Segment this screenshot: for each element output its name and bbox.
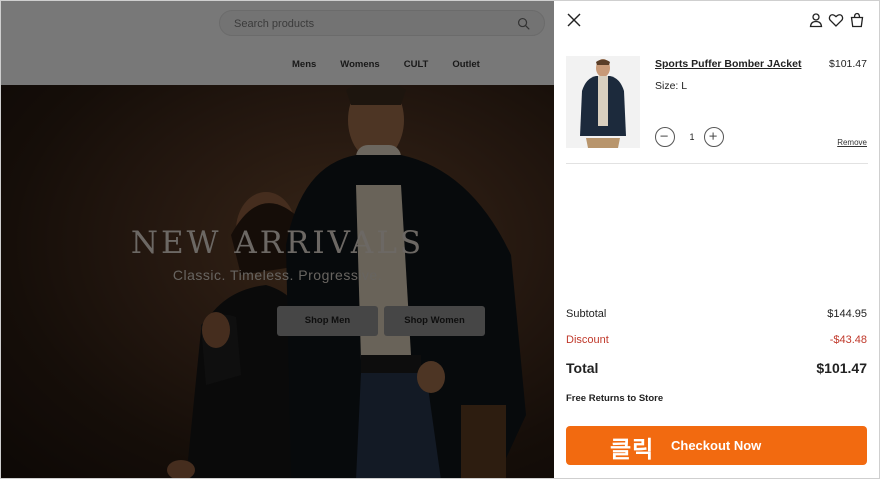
product-price: $101.47 [829,58,867,70]
total-label: Total [566,360,599,376]
plus-icon [709,132,717,140]
click-annotation: 클릭 [610,437,655,463]
minus-icon [660,135,668,137]
modal-backdrop[interactable] [1,1,554,478]
quantity-value: 1 [689,132,695,142]
bag-icon[interactable] [849,12,865,28]
user-icon[interactable] [808,12,824,28]
increase-quantity-button[interactable] [704,127,724,147]
browser-viewport: Mens Womens CULT Outlet [0,0,880,479]
storefront-page: Mens Womens CULT Outlet [1,1,554,478]
product-image[interactable] [566,56,640,148]
product-size: Size: L [655,80,688,92]
cart-divider [566,163,868,164]
total-value: $101.47 [816,360,867,376]
discount-label: Discount [566,334,609,346]
close-icon[interactable] [566,12,582,28]
cart-drawer: Sports Puffer Bomber JAcket $101.47 Size… [554,1,879,478]
jacket-photo [566,56,640,148]
decrease-quantity-button[interactable] [655,127,675,147]
free-returns-note: Free Returns to Store [566,393,664,404]
checkout-button[interactable]: 클릭 Checkout Now [566,426,867,465]
checkout-button-label: Checkout Now [671,438,762,453]
subtotal-label: Subtotal [566,308,607,320]
subtotal-value: $144.95 [827,308,867,320]
discount-value: -$43.48 [829,334,867,346]
heart-icon[interactable] [828,12,844,28]
remove-item-link[interactable]: Remove [837,138,867,147]
product-name-link[interactable]: Sports Puffer Bomber JAcket [655,58,801,70]
